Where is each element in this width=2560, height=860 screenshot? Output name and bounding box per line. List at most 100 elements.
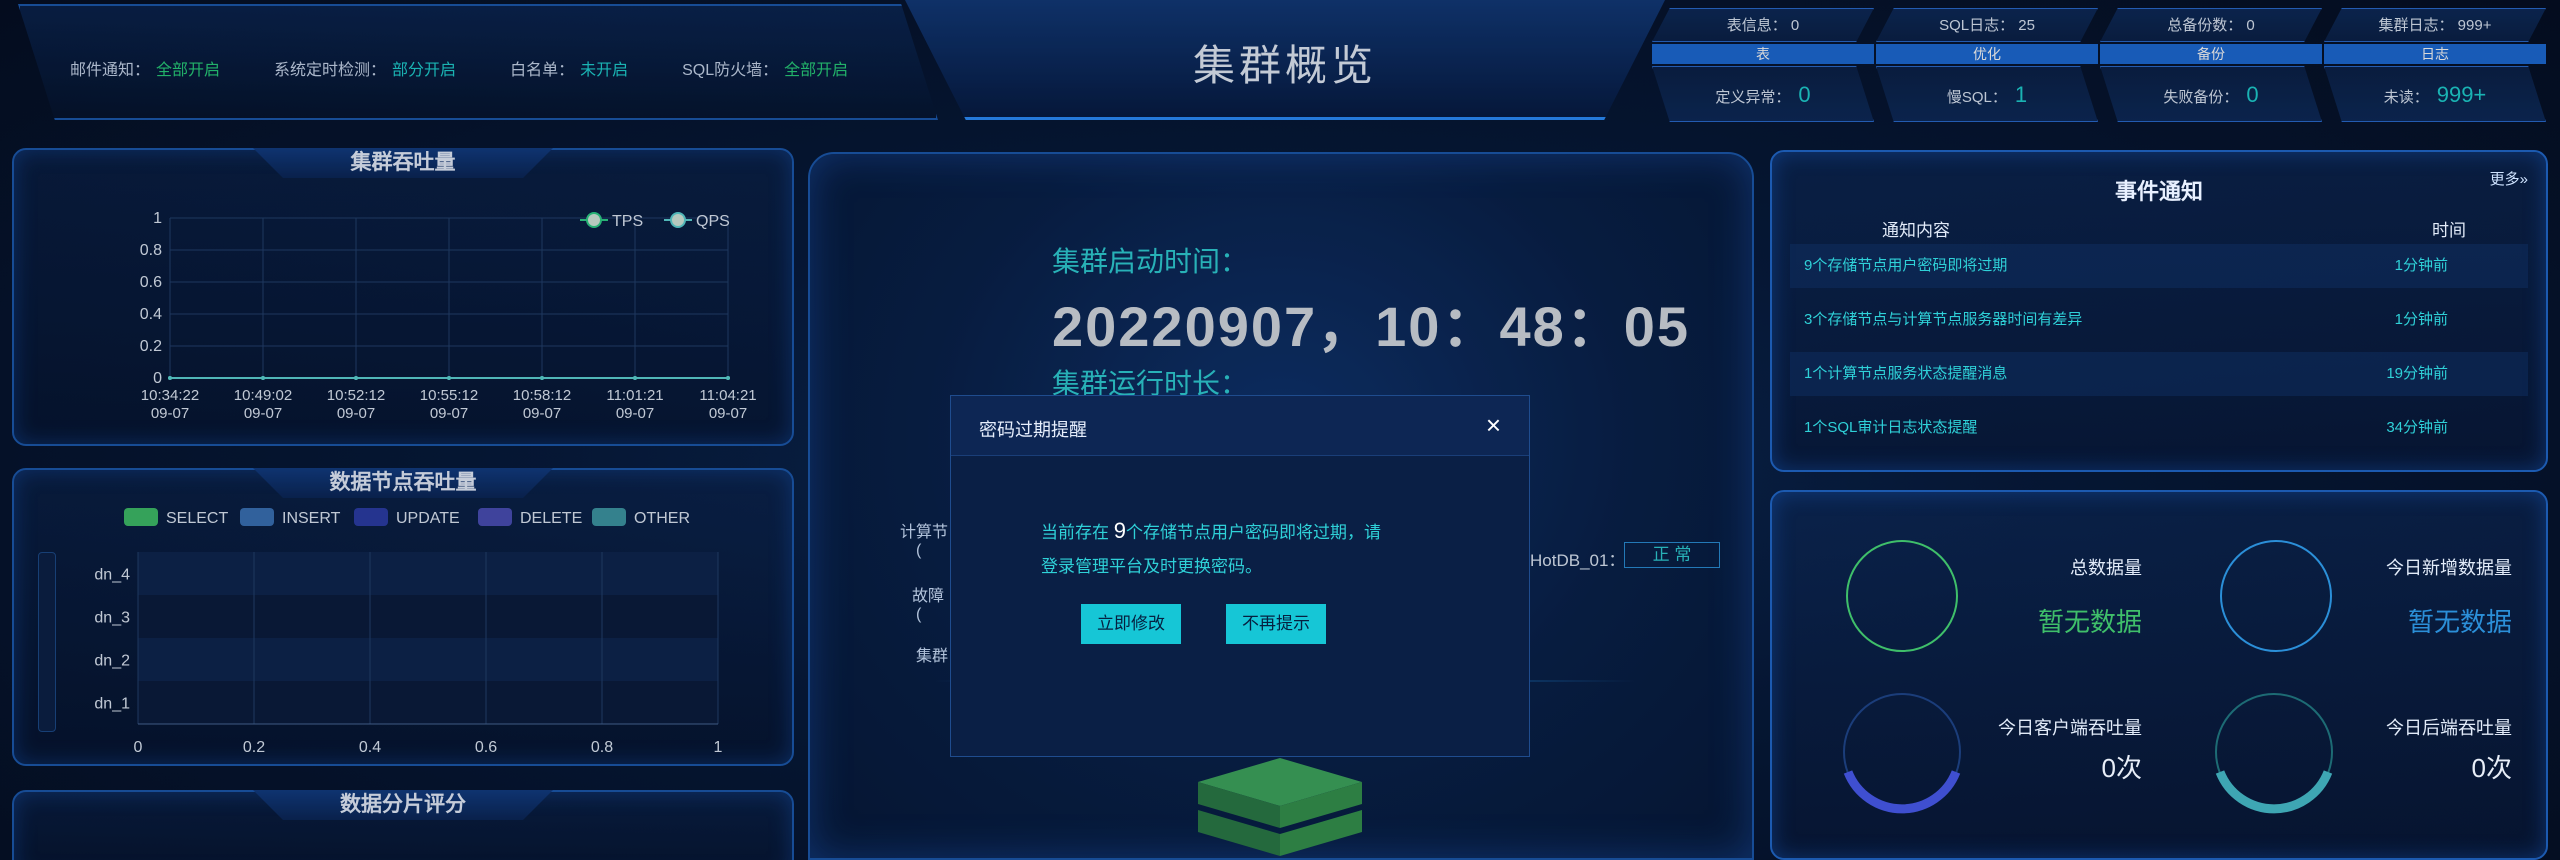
notice-email-value[interactable]: 全部开启 [156, 62, 220, 79]
legend-label: OTHER [634, 510, 690, 527]
stat-card-bottom: 失败备份： 0 [2100, 66, 2322, 122]
event-notification-panel: 事件通知 更多» 通知内容 时间 9个存储节点用户密码即将过期 1分钟前 3个存储… [1770, 150, 2548, 472]
event-row[interactable]: 3个存储节点与计算节点服务器时间有差异 1分钟前 [1790, 298, 2528, 342]
legend-label: TPS [612, 213, 643, 230]
x-tick-date-label: 09-07 [151, 405, 189, 422]
data-point [540, 376, 544, 380]
dont-remind-button[interactable]: 不再提示 [1226, 604, 1326, 644]
legend-label: QPS [696, 213, 730, 230]
y-tick-label: 0 [153, 370, 162, 387]
notice-sql-firewall: SQL防火墙： 全部开启 [682, 56, 848, 80]
data-point [726, 376, 730, 380]
y-tick-label: dn_3 [94, 610, 130, 627]
notice-firewall-label: SQL防火墙： [682, 62, 779, 79]
modal-header: 密码过期提醒 × [951, 396, 1529, 456]
throughput-line-chart: 00.20.40.60.8110:34:2209-0710:49:0209-07… [140, 210, 757, 422]
x-tick-date-label: 09-07 [337, 405, 375, 422]
today-new-data-ring [2220, 540, 2332, 652]
legend-marker [586, 212, 602, 228]
stat-card-bottom-label: 失败备份： [2163, 89, 2239, 106]
x-tick-label: 0.6 [475, 739, 497, 756]
notice-check-value[interactable]: 部分开启 [392, 62, 456, 79]
event-time: 1分钟前 [2394, 311, 2448, 328]
start-time-value: 20220907，10：48：05 [1052, 295, 1691, 358]
event-row[interactable]: 1个计算节点服务状态提醒消息 19分钟前 [1790, 352, 2528, 396]
close-icon[interactable]: × [1486, 410, 1501, 441]
event-text: 3个存储节点与计算节点服务器时间有差异 [1804, 311, 2083, 328]
compute-node-label-paren: ( [916, 542, 922, 559]
cluster-throughput-panel: 集群吞吐量 0 0.2 0.4 0.6 0.8 1 10:34:22 09-07 10:49:0… [12, 148, 794, 446]
modify-now-button[interactable]: 立即修改 [1081, 604, 1181, 644]
notice-check-label: 系统定时检测： [274, 62, 387, 79]
event-text: 1个计算节点服务状态提醒消息 [1804, 365, 2008, 382]
stat-card-tables[interactable]: 表信息： 0 表 定义异常： 0 [1652, 8, 1874, 126]
stat-card-bottom: 慢SQL： 1 [1876, 66, 2098, 122]
stat-card-backup[interactable]: 总备份数： 0 备份 失败备份： 0 [2100, 8, 2322, 126]
stat-card-category: 优化 [1876, 44, 2098, 64]
stat-card-category: 备份 [2100, 44, 2322, 64]
x-tick-label: 0 [134, 739, 143, 756]
modal-title: 密码过期提醒 [979, 420, 1087, 440]
shard-score-panel: 数据分片评分 [12, 790, 794, 860]
y-tick-label: 0.4 [140, 306, 162, 323]
data-point [354, 376, 358, 380]
legend-marker [670, 212, 686, 228]
page-title-banner: 集群概览 [905, 0, 1665, 120]
stat-card-top: 集群日志： 999+ [2324, 8, 2546, 42]
legend-label: SELECT [166, 510, 228, 527]
database-stack-icon [1198, 758, 1362, 856]
notice-whitelist: 白名单： 未开启 [510, 56, 628, 80]
datanode-bar-chart: dn_4 dn_3 dn_2 dn_1 0 0.2 0.4 0.6 0.8 1 SELECT INSE… [94, 508, 723, 756]
total-data-ring [1846, 540, 1958, 652]
stat-label: 今日后端吞吐量 [2386, 718, 2512, 738]
stat-card-bottom-value: 1 [2014, 82, 2028, 107]
legend-swatch [592, 508, 626, 526]
x-tick-label: 0.4 [359, 739, 381, 756]
legend-label: UPDATE [396, 510, 460, 527]
more-link[interactable]: 更多» [2490, 168, 2528, 189]
event-row[interactable]: 9个存储节点用户密码即将过期 1分钟前 [1790, 244, 2528, 288]
stat-card-logs[interactable]: 集群日志： 999+ 日志 未读： 999+ [2324, 8, 2546, 126]
notice-whitelist-value[interactable]: 未开启 [580, 62, 628, 79]
event-row[interactable]: 1个SQL审计日志状态提醒 34分钟前 [1790, 406, 2528, 450]
event-time: 1分钟前 [2394, 257, 2448, 274]
datanode-throughput-panel: 数据节点吞吐量 dn_4 dn_3 dn_2 dn_1 0 0.2 0.4 0.6 0.8 1 SE… [12, 468, 794, 766]
compute-node-label: 计算节 [900, 524, 949, 541]
stat-card-category: 表 [1652, 44, 1874, 64]
page-title: 集群概览 [1192, 42, 1377, 89]
data-point [447, 376, 451, 380]
x-tick-label: 10:34:22 [141, 387, 199, 404]
stat-label: 今日新增数据量 [2386, 558, 2512, 578]
modal-message: 当前存在 9个存储节点用户密码即将过期，请登录管理平台及时更换密码。 [951, 456, 1381, 584]
x-tick-label: 10:49:02 [234, 387, 292, 404]
x-tick-label: 10:58:12 [513, 387, 571, 404]
stat-card-top: 表信息： 0 [1652, 8, 1874, 42]
notice-scheduled-check: 系统定时检测： 部分开启 [274, 56, 456, 80]
x-tick-label: 10:52:12 [327, 387, 385, 404]
stat-card-bottom-label: 慢SQL： [1946, 89, 2007, 106]
modal-message-count: 9 [1113, 518, 1126, 543]
stat-value: 暂无数据 [2407, 607, 2512, 637]
stat-card-bottom-value: 999+ [2436, 82, 2487, 107]
y-tick-label: 0.6 [140, 274, 162, 291]
stat-label: 总数据量 [2070, 558, 2142, 578]
stat-value: 0次 [2101, 753, 2142, 783]
y-tick-label: 0.8 [140, 242, 162, 259]
legend-swatch [124, 508, 158, 526]
notice-whitelist-label: 白名单： [510, 62, 575, 79]
stat-card-bottom: 未读： 999+ [2324, 66, 2546, 122]
stat-card-top: 总备份数： 0 [2100, 8, 2322, 42]
stat-value: 暂无数据 [2037, 607, 2142, 637]
modal-message-pre: 当前存在 [1041, 523, 1114, 542]
start-time-label: 集群启动时间： [1052, 246, 1249, 277]
stat-card-sql[interactable]: SQL日志： 25 优化 慢SQL： 1 [1876, 8, 2098, 126]
node-name: HotDB_01： [1530, 551, 1626, 570]
event-text: 9个存储节点用户密码即将过期 [1804, 257, 2008, 274]
notice-firewall-value[interactable]: 全部开启 [784, 62, 848, 79]
event-text: 1个SQL审计日志状态提醒 [1804, 419, 1978, 436]
password-expiry-modal: 密码过期提醒 × 当前存在 9个存储节点用户密码即将过期，请登录管理平台及时更换… [950, 395, 1530, 757]
y-tick-label: 0.2 [140, 338, 162, 355]
category-band [138, 638, 718, 681]
panel-title: 数据分片评分 [253, 790, 553, 820]
notice-email-label: 邮件通知： [70, 62, 151, 79]
